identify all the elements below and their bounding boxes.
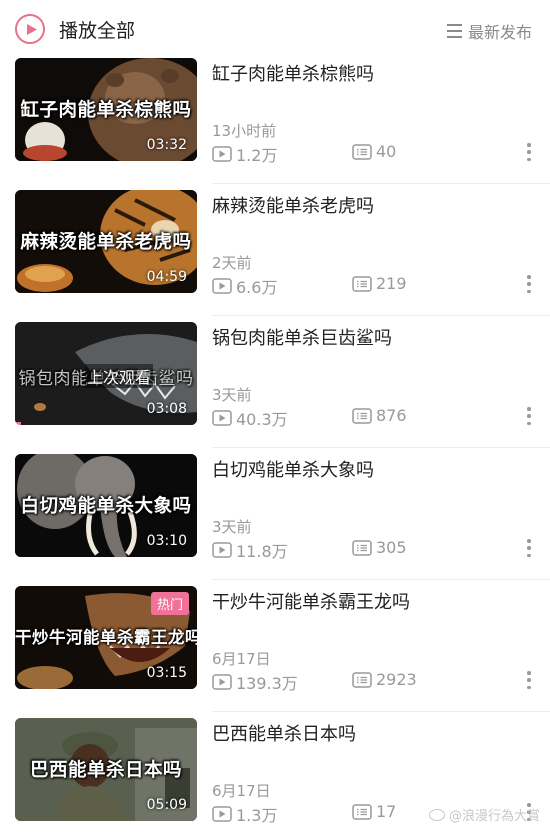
video-thumbnail[interactable]: 热门 干炒牛河能单杀霸王龙吗 03:15 [15, 586, 197, 689]
play-count-icon [212, 278, 232, 294]
play-count-icon [212, 674, 232, 690]
weibo-watermark: @浪漫行為大賞 [428, 805, 540, 824]
more-options-icon[interactable] [520, 141, 538, 163]
video-stats: 1.2万 40 [212, 142, 532, 165]
play-count: 1.2万 [212, 142, 277, 166]
video-thumbnail[interactable]: 麻辣烫能单杀老虎吗 04:59 [15, 190, 197, 293]
more-options-icon[interactable] [520, 537, 538, 559]
danmaku-count-value: 305 [376, 538, 407, 557]
more-options-icon[interactable] [520, 273, 538, 295]
publish-time: 6月17日 [212, 782, 271, 800]
hot-badge: 热门 [150, 592, 189, 615]
play-count: 139.3万 [212, 670, 298, 694]
video-thumbnail[interactable]: 锅包肉能单杀巨齿鲨吗 上次观看 03:08 [15, 322, 197, 425]
publish-time: 3天前 [212, 386, 252, 404]
danmaku-icon [352, 275, 372, 292]
video-item[interactable]: 热门 干炒牛河能单杀霸王龙吗 03:15 干炒牛河能单杀霸王龙吗 6月17日 1… [0, 586, 550, 718]
play-count-icon [212, 542, 232, 558]
video-duration: 03:10 [146, 533, 187, 549]
sort-label: 最新发布 [467, 23, 532, 42]
header: 播放全部 最新发布 [0, 0, 550, 58]
danmaku-icon [352, 671, 372, 688]
thumbnail-caption: 麻辣烫能单杀老虎吗 [20, 232, 192, 253]
danmaku-count: 876 [352, 406, 407, 425]
play-count-value: 11.8万 [236, 542, 288, 561]
video-title[interactable]: 麻辣烫能单杀老虎吗 [212, 192, 374, 218]
play-count-value: 40.3万 [236, 410, 288, 429]
video-duration: 03:32 [146, 137, 187, 153]
play-count-value: 139.3万 [236, 674, 298, 693]
danmaku-count-value: 17 [376, 802, 397, 821]
danmaku-count: 40 [352, 142, 396, 161]
play-count-icon [212, 146, 232, 162]
video-item[interactable]: 锅包肉能单杀巨齿鲨吗 上次观看 03:08 锅包肉能单杀巨齿鲨吗 3天前 40.… [0, 322, 550, 454]
video-item[interactable]: 缸子肉能单杀棕熊吗 03:32 缸子肉能单杀棕熊吗 13小时前 1.2万 40 [0, 58, 550, 190]
video-thumbnail[interactable]: 巴西能单杀日本吗 05:09 [15, 718, 197, 821]
video-list: 缸子肉能单杀棕熊吗 03:32 缸子肉能单杀棕熊吗 13小时前 1.2万 40 [0, 58, 550, 832]
last-watched-label: 上次观看 [85, 364, 154, 388]
thumbnail-caption: 干炒牛河能单杀霸王龙吗 [15, 628, 197, 647]
play-count: 11.8万 [212, 538, 288, 562]
video-stats: 139.3万 2923 [212, 670, 532, 693]
play-circle-icon [15, 14, 45, 44]
sort-lines-icon [446, 24, 462, 38]
play-count-icon [212, 410, 232, 426]
danmaku-count: 2923 [352, 670, 417, 689]
video-title[interactable]: 白切鸡能单杀大象吗 [212, 456, 374, 482]
video-title[interactable]: 锅包肉能单杀巨齿鲨吗 [212, 324, 392, 350]
play-count: 40.3万 [212, 406, 288, 430]
play-all-label: 播放全部 [59, 19, 136, 42]
more-options-icon[interactable] [520, 669, 538, 691]
video-duration: 04:59 [146, 269, 187, 285]
danmaku-count: 219 [352, 274, 407, 293]
danmaku-count-value: 219 [376, 274, 407, 293]
thumbnail-caption: 缸子肉能单杀棕熊吗 [20, 100, 192, 121]
watch-progress-bar [15, 422, 21, 425]
video-item[interactable]: 白切鸡能单杀大象吗 03:10 白切鸡能单杀大象吗 3天前 11.8万 305 [0, 454, 550, 586]
play-count-value: 1.3万 [236, 806, 278, 825]
play-count: 1.3万 [212, 802, 277, 826]
thumbnail-caption: 巴西能单杀日本吗 [29, 760, 182, 781]
danmaku-icon [352, 803, 372, 820]
weibo-logo-icon [428, 808, 445, 821]
video-duration: 03:15 [146, 665, 187, 681]
danmaku-icon [352, 539, 372, 556]
publish-time: 2天前 [212, 254, 252, 272]
danmaku-icon [352, 143, 372, 160]
play-count-value: 1.2万 [236, 146, 278, 165]
danmaku-count-value: 40 [376, 142, 397, 161]
video-duration: 05:09 [146, 797, 187, 813]
video-title[interactable]: 干炒牛河能单杀霸王龙吗 [212, 588, 410, 614]
watermark-text: @浪漫行為大賞 [448, 809, 540, 824]
video-title[interactable]: 缸子肉能单杀棕熊吗 [212, 60, 374, 86]
video-stats: 11.8万 305 [212, 538, 532, 561]
sort-button[interactable]: 最新发布 [446, 19, 532, 43]
thumbnail-caption: 白切鸡能单杀大象吗 [20, 496, 192, 517]
video-thumbnail[interactable]: 白切鸡能单杀大象吗 03:10 [15, 454, 197, 557]
video-item[interactable]: 麻辣烫能单杀老虎吗 04:59 麻辣烫能单杀老虎吗 2天前 6.6万 219 [0, 190, 550, 322]
play-all-button[interactable]: 播放全部 [15, 14, 135, 44]
play-count: 6.6万 [212, 274, 277, 298]
play-count-icon [212, 806, 232, 822]
danmaku-count: 305 [352, 538, 407, 557]
danmaku-count-value: 2923 [376, 670, 417, 689]
publish-time: 13小时前 [212, 122, 277, 140]
play-count-value: 6.6万 [236, 278, 278, 297]
video-thumbnail[interactable]: 缸子肉能单杀棕熊吗 03:32 [15, 58, 197, 161]
video-stats: 6.6万 219 [212, 274, 532, 297]
publish-time: 3天前 [212, 518, 252, 536]
video-title[interactable]: 巴西能单杀日本吗 [212, 720, 356, 746]
danmaku-icon [352, 407, 372, 424]
video-duration: 03:08 [146, 401, 187, 417]
danmaku-count-value: 876 [376, 406, 407, 425]
publish-time: 6月17日 [212, 650, 271, 668]
danmaku-count: 17 [352, 802, 396, 821]
more-options-icon[interactable] [520, 405, 538, 427]
video-stats: 40.3万 876 [212, 406, 532, 429]
